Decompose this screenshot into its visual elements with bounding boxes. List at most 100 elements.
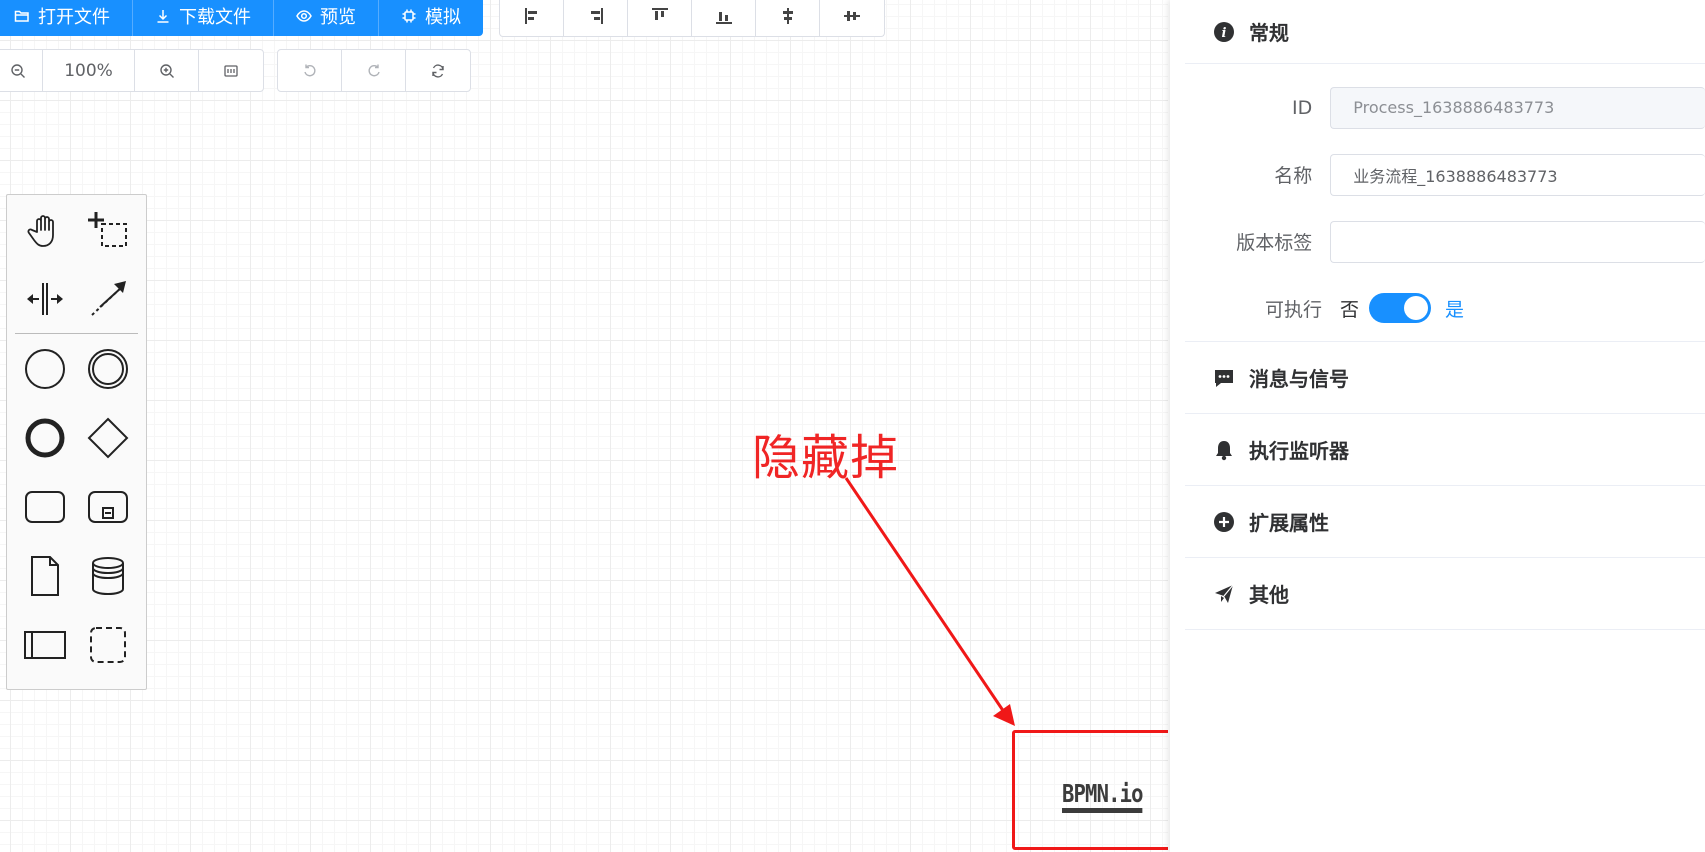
align-center-button[interactable] (756, 0, 820, 36)
data-store-button[interactable] (83, 551, 133, 601)
align-center-icon (782, 8, 793, 24)
data-store-icon (92, 556, 125, 595)
task-button[interactable] (20, 482, 70, 532)
redo-icon (367, 64, 380, 76)
align-middle-icon (844, 11, 860, 21)
zoom-out-button[interactable] (0, 50, 43, 91)
end-event-icon (25, 418, 65, 457)
history-tools-group (277, 49, 471, 92)
group-button[interactable] (83, 620, 133, 670)
start-event-icon (24, 348, 65, 389)
data-object-button[interactable] (20, 551, 70, 601)
subprocess-icon (88, 490, 129, 523)
form-row-id: ID Process_1638886483773 (1170, 74, 1705, 141)
section-execution-listener-title: 执行监听器 (1249, 439, 1349, 463)
space-tool-button[interactable] (20, 274, 70, 324)
intermediate-event-button[interactable] (83, 344, 133, 394)
participant-button[interactable] (20, 620, 70, 670)
fit-viewport-button[interactable] (199, 50, 263, 91)
executable-off-label: 否 (1340, 298, 1360, 321)
version-tag-label: 版本标签 (1236, 232, 1313, 254)
undo-icon (303, 64, 316, 76)
refresh-button[interactable] (406, 50, 470, 91)
section-general-header[interactable]: i 常规 (1185, 0, 1705, 64)
align-right-icon (590, 8, 603, 24)
connect-tool-button[interactable] (83, 274, 133, 324)
id-input[interactable]: Process_1638886483773 (1330, 86, 1705, 129)
send-icon (1213, 583, 1235, 605)
align-tools-group (499, 0, 885, 37)
participant-icon (23, 630, 66, 659)
bpmn-palette (6, 194, 147, 690)
form-row-executable: 可执行 否 是 (1185, 275, 1705, 342)
info-icon: i (1213, 21, 1235, 43)
svg-text:i: i (1222, 26, 1227, 41)
eye-icon (296, 8, 312, 24)
align-top-icon (651, 8, 668, 20)
zoom-in-icon (159, 63, 174, 78)
preview-button[interactable]: 预览 (274, 0, 379, 36)
subprocess-button[interactable] (83, 482, 133, 532)
intermediate-event-icon (88, 348, 129, 389)
name-input[interactable]: 业务流程_1638886483773 (1330, 153, 1705, 196)
bpmn-io-logo[interactable]: BPMN.io (1062, 780, 1143, 813)
zoom-tools-group: 100% (0, 49, 264, 92)
section-extension-properties-title: 扩展属性 (1249, 511, 1329, 535)
section-other-title: 其他 (1249, 583, 1289, 607)
hand-tool-icon (27, 214, 54, 247)
align-right-button[interactable] (564, 0, 628, 36)
hand-tool-button[interactable] (20, 205, 70, 255)
start-event-button[interactable] (20, 344, 70, 394)
undo-button[interactable] (278, 50, 342, 91)
open-file-button[interactable]: 打开文件 (0, 0, 133, 36)
gateway-button[interactable] (83, 413, 133, 463)
gateway-icon (87, 417, 129, 458)
refresh-icon (432, 63, 444, 78)
group-icon (90, 626, 127, 663)
align-bottom-icon (715, 12, 732, 24)
simulate-button[interactable]: 模拟 (379, 0, 483, 36)
general-form: ID Process_1638886483773 名称 业务流程_1638886… (1170, 64, 1705, 342)
download-icon (155, 8, 171, 24)
version-tag-input[interactable] (1330, 220, 1705, 263)
simulate-label: 模拟 (425, 7, 461, 28)
align-left-icon (524, 8, 537, 24)
align-top-button[interactable] (628, 0, 692, 36)
lasso-tool-icon (88, 211, 128, 247)
data-object-icon (30, 555, 59, 596)
align-bottom-button[interactable] (692, 0, 756, 36)
align-left-button[interactable] (500, 0, 564, 36)
executable-toggle[interactable] (1369, 293, 1432, 323)
section-message-signal-header[interactable]: 消息与信号 (1185, 342, 1705, 414)
cpu-icon (401, 8, 417, 24)
open-file-label: 打开文件 (38, 7, 110, 28)
zoom-level[interactable]: 100% (43, 50, 135, 91)
section-other-header[interactable]: 其他 (1185, 558, 1705, 630)
section-general-title: 常规 (1249, 21, 1289, 45)
file-actions-group: 打开文件 下载文件 预览 模拟 (0, 0, 483, 36)
name-label: 名称 (1274, 165, 1313, 187)
section-message-signal-title: 消息与信号 (1249, 367, 1349, 391)
bpmn-canvas[interactable]: 打开文件 下载文件 预览 模拟 100% 隐藏掉 BPMN.io (0, 0, 1168, 852)
fit-viewport-icon (224, 64, 238, 77)
download-file-button[interactable]: 下载文件 (133, 0, 274, 36)
executable-on-label: 是 (1445, 298, 1465, 321)
zoom-out-icon (10, 63, 25, 78)
lasso-tool-button[interactable] (83, 205, 133, 255)
zoom-in-button[interactable] (135, 50, 199, 91)
align-middle-button[interactable] (820, 0, 884, 36)
properties-panel: i 常规 ID Process_1638886483773 名称 业务流程_16… (1170, 0, 1705, 852)
end-event-button[interactable] (20, 413, 70, 463)
message-icon (1213, 367, 1235, 389)
folder-open-icon (14, 8, 30, 24)
id-label: ID (1292, 96, 1313, 119)
section-execution-listener-header[interactable]: 执行监听器 (1185, 414, 1705, 486)
space-tool-icon (26, 282, 63, 315)
connect-tool-icon (91, 280, 127, 316)
section-extension-properties-header[interactable]: 扩展属性 (1185, 486, 1705, 558)
preview-label: 预览 (320, 7, 356, 28)
download-file-label: 下载文件 (179, 7, 251, 28)
redo-button[interactable] (342, 50, 406, 91)
task-icon (24, 490, 65, 523)
executable-switch-group: 否 是 (1340, 293, 1464, 323)
